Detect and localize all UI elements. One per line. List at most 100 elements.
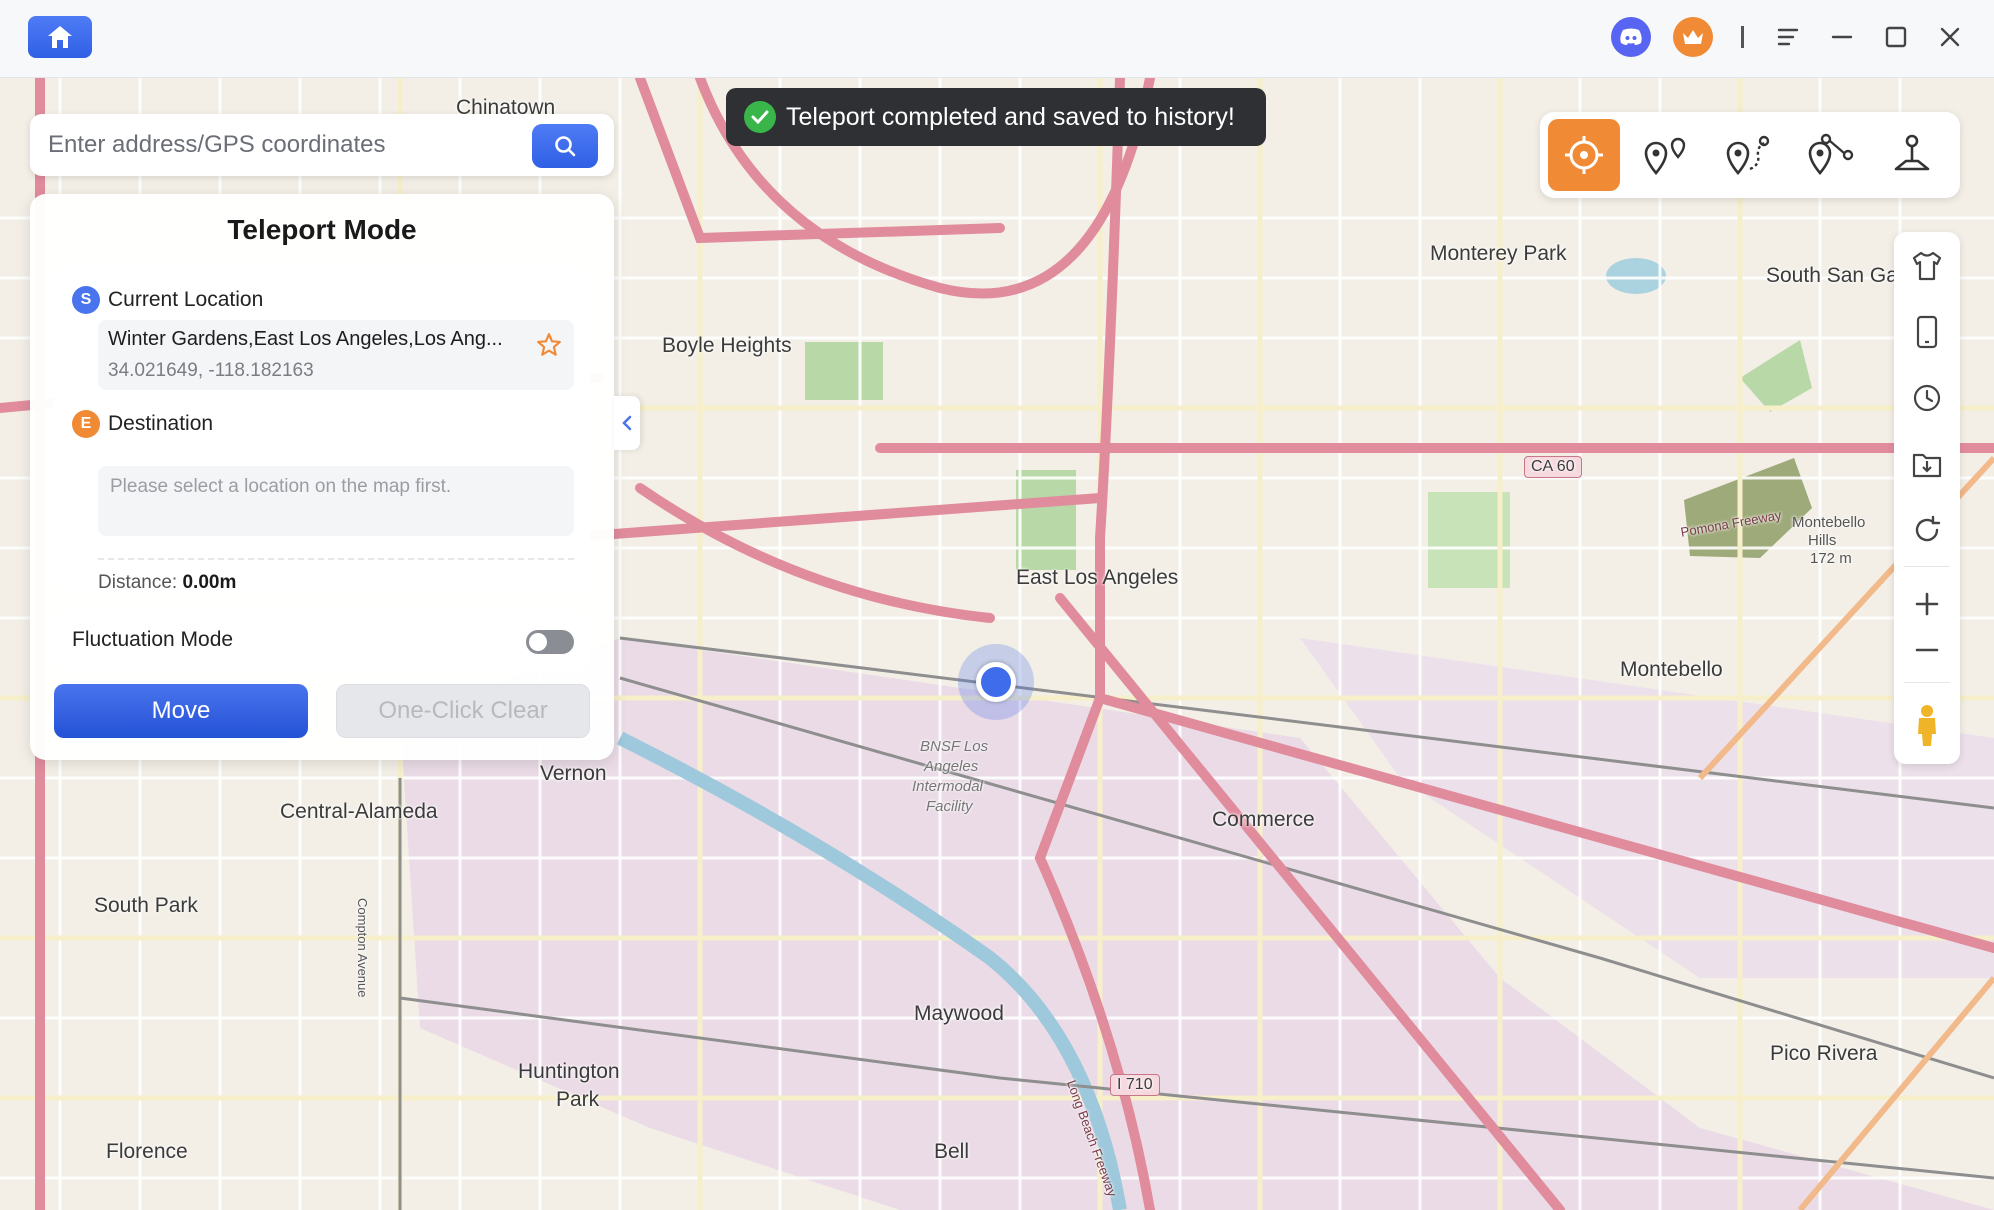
device-button[interactable] [1907, 312, 1947, 352]
distance-readout: Distance: 0.00m [98, 572, 236, 594]
location-dot [976, 662, 1016, 702]
joystick-route-mode-button[interactable] [1794, 119, 1866, 191]
two-spot-mode-button[interactable] [1630, 119, 1702, 191]
minimize-button[interactable] [1826, 21, 1858, 53]
multi-spot-mode-button[interactable] [1712, 119, 1784, 191]
map-label: Florence [106, 1140, 188, 1163]
multi-spot-icon [1726, 135, 1770, 176]
map-label: South Park [94, 894, 198, 917]
start-badge: S [72, 286, 100, 314]
teleport-panel: Teleport Mode S Current Location Winter … [30, 194, 614, 760]
zoom-in-icon [1915, 592, 1939, 616]
zoom-out-button[interactable] [1907, 630, 1947, 670]
map-label: 172 m [1810, 550, 1852, 567]
map-label: Facility [926, 798, 973, 815]
title-bar [0, 0, 1994, 78]
map-label: Bell [934, 1140, 970, 1163]
fluctuation-toggle[interactable] [526, 630, 574, 654]
map-label: Commerce [1212, 808, 1315, 831]
map-label: Hills [1808, 532, 1837, 549]
map-label: Montebello [1620, 658, 1723, 681]
check-icon [744, 101, 776, 133]
location-card: S Current Location Winter Gardens,East L… [54, 266, 590, 594]
teleport-mode-button[interactable] [1548, 119, 1620, 191]
close-button[interactable] [1934, 21, 1966, 53]
premium-button[interactable] [1673, 17, 1713, 57]
jump-teleport-mode-button[interactable] [1876, 119, 1948, 191]
history-button[interactable] [1907, 378, 1947, 418]
current-location-marker[interactable] [958, 644, 1034, 720]
mode-toolbar [1540, 112, 1960, 198]
map-label: Monterey Park [1430, 242, 1567, 265]
fluctuation-label: Fluctuation Mode [72, 628, 234, 651]
divider [1904, 682, 1950, 683]
import-icon [1912, 453, 1942, 478]
crown-icon [1683, 30, 1703, 44]
reset-icon [1915, 515, 1941, 542]
current-location-coords: 34.021649, -118.182163 [108, 360, 314, 381]
map-label: Intermodal [912, 778, 983, 795]
map-label: Boyle Heights [662, 334, 792, 357]
fluctuation-row: Fluctuation Mode [54, 610, 590, 672]
discord-icon [1620, 28, 1642, 45]
favorite-star-icon[interactable] [536, 332, 562, 358]
highway-shield: CA 60 [1524, 456, 1582, 478]
map-label: Maywood [914, 1002, 1004, 1025]
distance-label: Distance: [98, 572, 178, 593]
map-label: Angeles [924, 758, 979, 775]
destination-field[interactable]: Please select a location on the map firs… [98, 466, 574, 536]
end-badge: E [72, 410, 100, 438]
current-location-box: Winter Gardens,East Los Angeles,Los Ang.… [98, 320, 574, 390]
maximize-button[interactable] [1880, 21, 1912, 53]
toolbar-divider [1741, 26, 1744, 48]
zoom-out-icon [1915, 648, 1939, 652]
divider [98, 558, 574, 560]
search-input[interactable] [48, 126, 528, 164]
home-button[interactable] [28, 16, 92, 58]
one-click-clear-button[interactable]: One-Click Clear [336, 684, 590, 738]
reset-button[interactable] [1907, 510, 1947, 550]
street-view-button[interactable] [1907, 702, 1947, 750]
map-label: BNSF Los [920, 738, 989, 755]
map-label: Pico Rivera [1770, 1042, 1878, 1065]
map-label: East Los Angeles [1016, 566, 1179, 589]
maximize-icon [1885, 26, 1907, 48]
map-label: Park [556, 1088, 600, 1111]
toast-notification: Teleport completed and saved to history! [726, 88, 1266, 146]
app-window: Chinatown Monterey Park South San Ga Boy… [0, 0, 1994, 1210]
current-location-name: Winter Gardens,East Los Angeles,Los Ang.… [108, 328, 503, 350]
phone-icon [1916, 315, 1938, 349]
chevron-left-icon [622, 415, 632, 431]
search-bar [30, 114, 614, 176]
history-icon [1913, 384, 1941, 412]
map-label: Vernon [540, 762, 607, 785]
shirt-icon [1912, 251, 1942, 281]
discord-button[interactable] [1611, 17, 1651, 57]
divider [1904, 566, 1950, 567]
search-icon [555, 136, 576, 157]
menu-icon [1777, 28, 1799, 46]
move-button[interactable]: Move [54, 684, 308, 738]
skin-button[interactable] [1907, 246, 1947, 286]
map-label: Central-Alameda [280, 800, 438, 823]
route-icon [1808, 133, 1854, 176]
side-toolbar [1894, 232, 1960, 764]
distance-value: 0.00m [182, 572, 237, 593]
collapse-panel-button[interactable] [614, 396, 640, 450]
toast-message: Teleport completed and saved to history! [786, 102, 1235, 131]
target-icon [1565, 136, 1603, 174]
joystick-icon [1894, 134, 1930, 171]
two-spot-icon [1644, 137, 1686, 176]
pegman-icon [1918, 705, 1936, 746]
import-button[interactable] [1907, 444, 1947, 484]
close-icon [1940, 27, 1960, 47]
zoom-in-button[interactable] [1907, 584, 1947, 624]
toggle-knob [529, 633, 547, 651]
map-label: Compton Avenue [355, 898, 370, 998]
window-controls [1611, 17, 1966, 57]
map-label: South San Ga [1766, 264, 1898, 287]
menu-button[interactable] [1772, 21, 1804, 53]
minimize-icon [1831, 35, 1853, 39]
home-icon [48, 26, 72, 48]
search-button[interactable] [532, 124, 598, 168]
